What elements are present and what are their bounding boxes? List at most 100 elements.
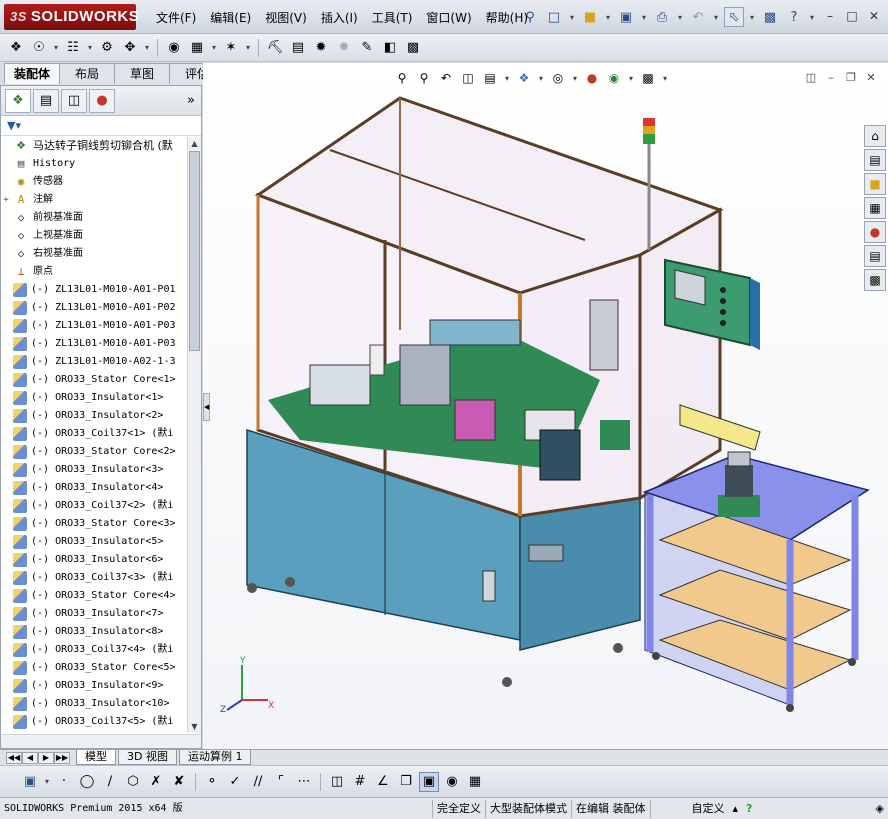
print-icon[interactable]: ⎙ [652, 7, 672, 27]
linear-pattern-icon[interactable]: ☷ [63, 38, 83, 58]
menu-tools[interactable]: 工具(T) [366, 9, 419, 27]
display-manager-tab-icon[interactable]: ● [89, 88, 115, 113]
help-dropdown-icon[interactable]: ▾ [808, 13, 816, 22]
tab-sketch[interactable]: 草图 [114, 63, 170, 84]
prev-tab-icon[interactable]: ◀ [22, 751, 38, 764]
tree-item[interactable]: + A 注解 [1, 191, 187, 209]
solidworks-logo[interactable]: 3S SOLIDWORKS [4, 4, 139, 30]
first-tab-icon[interactable]: ◀◀ [6, 751, 22, 764]
appearances-icon[interactable]: ● [864, 221, 886, 243]
new-motion-study-icon[interactable]: ⛏ [265, 38, 285, 58]
snapshot-icon[interactable]: ▩ [403, 38, 423, 58]
tree-item[interactable]: (-) ORO33_Stator Core<1> [1, 371, 187, 389]
tree-item[interactable]: (-) ZL13L01-M010-A01-P03 [1, 317, 187, 335]
camera-icon[interactable]: ◉ [442, 772, 462, 792]
tree-item[interactable]: (-) ORO33_Insulator<8> [1, 623, 187, 641]
close-icon[interactable]: ✕ [866, 8, 882, 24]
wireframe-box-icon[interactable]: ❐ [396, 772, 416, 792]
minimize-icon[interactable]: – [822, 8, 838, 24]
tree-item[interactable]: (-) ORO33_Insulator<9> [1, 677, 187, 695]
print-dropdown-icon[interactable]: ▾ [676, 13, 684, 22]
tab-model[interactable]: 模型 [76, 750, 116, 765]
shaded-box-icon[interactable]: ▣ [419, 771, 439, 792]
trim-icon[interactable]: ✗ [146, 772, 166, 792]
last-tab-icon[interactable]: ▶▶ [54, 751, 70, 764]
tree-root[interactable]: ❖ 马达转子铜线剪切铆合机 (默 [1, 137, 187, 155]
angle-icon[interactable]: ∠ [373, 772, 393, 792]
save-icon[interactable]: ▣ [20, 772, 40, 792]
restore-icon[interactable]: □ [844, 8, 860, 24]
save-dropdown-icon[interactable]: ▾ [43, 777, 51, 786]
select-dropdown-icon[interactable]: ▾ [748, 13, 756, 22]
tree-item[interactable]: (-) ORO33_Coil37<1> (默i [1, 425, 187, 443]
tree-item[interactable]: (-) ORO33_Coil37<4> (默i [1, 641, 187, 659]
tree-item[interactable]: (-) ORO33_Stator Core<3> [1, 515, 187, 533]
smart-fasteners-icon[interactable]: ⚙ [97, 38, 117, 58]
open-dropdown-icon[interactable]: ▾ [604, 13, 612, 22]
move-dropdown-icon[interactable]: ▾ [143, 43, 151, 52]
tree-horizontal-scrollbar[interactable] [1, 734, 201, 748]
tree-item[interactable]: ▤ History [1, 155, 187, 173]
tree-item[interactable]: (-) ZL13L01-M010-A01-P02 [1, 299, 187, 317]
offset-icon[interactable]: ∕∕ [248, 772, 268, 792]
next-tab-icon[interactable]: ▶ [38, 751, 54, 764]
file-explorer-icon[interactable]: ■ [864, 173, 886, 195]
tree-item[interactable]: (-) ORO33_Insulator<6> [1, 551, 187, 569]
design-library-icon[interactable]: ▤ [864, 149, 886, 171]
scrollbar-thumb[interactable] [189, 151, 200, 351]
tree-item[interactable]: (-) ZL13L01-M010-A01-P01 [1, 281, 187, 299]
tree-item[interactable]: (-) ORO33_Stator Core<2> [1, 443, 187, 461]
open-folder-icon[interactable]: ■ [580, 7, 600, 27]
tree-item[interactable]: (-) ORO33_Stator Core<4> [1, 587, 187, 605]
bill-of-materials-icon[interactable]: ▤ [288, 38, 308, 58]
menu-view[interactable]: 视图(V) [259, 9, 313, 27]
tree-item[interactable]: ◇ 右视基准面 [1, 245, 187, 263]
assembly-features-icon[interactable]: ▦ [187, 38, 207, 58]
configuration-manager-tab-icon[interactable]: ◫ [61, 88, 87, 113]
menu-edit[interactable]: 编辑(E) [204, 9, 257, 27]
features-dropdown-icon[interactable]: ▾ [210, 43, 218, 52]
tree-item[interactable]: (-) ORO33_Coil37<5> (默i [1, 713, 187, 731]
pin-icon[interactable]: ⚲ [520, 7, 540, 27]
tree-item[interactable]: ◉ 传感器 [1, 173, 187, 191]
table-icon[interactable]: ▦ [465, 772, 485, 792]
point-icon[interactable]: · [54, 772, 74, 792]
menu-file[interactable]: 文件(F) [150, 9, 202, 27]
rebuild-icon[interactable]: ▩ [760, 7, 780, 27]
tree-item[interactable]: (-) ORO33_Insulator<1> [1, 389, 187, 407]
filter-row[interactable]: ▼▾ [1, 116, 201, 136]
more-tabs-icon[interactable]: » [187, 93, 195, 108]
exploded-view-icon[interactable]: ✹ [311, 38, 331, 58]
tree-item[interactable]: ⊥ 原点 [1, 263, 187, 281]
graphics-area[interactable]: ◀ ⚲ ⚲ ↶ ◫ ▤▾ ❖▾ ◎▾ ● ◉▾ ▩▾ ◫ – ❐ ✕ [203, 63, 888, 749]
tree-item[interactable]: (-) ORO33_Insulator<10> [1, 695, 187, 713]
tree-item[interactable]: (-) ORO33_Insulator<5> [1, 533, 187, 551]
tree-item[interactable]: (-) ORO33_Insulator<4> [1, 479, 187, 497]
help-icon[interactable]: ? [784, 7, 804, 27]
corner-icon[interactable]: ⌜ [271, 772, 291, 792]
undo-icon[interactable]: ↶ [688, 7, 708, 27]
tab-layout[interactable]: 布局 [59, 63, 115, 84]
dotted-corner-icon[interactable]: ⋯ [294, 772, 314, 792]
tree-item[interactable]: (-) ORO33_Stator Core<5> [1, 659, 187, 677]
status-custom[interactable]: 自定义 [688, 800, 729, 818]
undo-dropdown-icon[interactable]: ▾ [712, 13, 720, 22]
forum-icon[interactable]: ▩ [864, 269, 886, 291]
tree-vertical-scrollbar[interactable]: ▲ ▼ [187, 137, 201, 733]
insert-component-icon[interactable]: ❖ [6, 38, 26, 58]
scroll-up-icon[interactable]: ▲ [188, 137, 201, 150]
instant3d-icon[interactable]: ✎ [357, 38, 377, 58]
solidworks-resources-icon[interactable]: ⌂ [864, 125, 886, 147]
select-pointer-icon[interactable]: ⬁ [724, 7, 744, 27]
polygon-icon[interactable]: ⬡ [123, 772, 143, 792]
tree-item[interactable]: (-) ZL13L01-M010-A01-P03 [1, 335, 187, 353]
status-help-icon[interactable]: ? [742, 800, 756, 818]
tree-item[interactable]: (-) ZL13L01-M010-A02-1-3 [1, 353, 187, 371]
tree-item[interactable]: (-) ORO33_Coil37<3> (默i [1, 569, 187, 587]
property-manager-tab-icon[interactable]: ▤ [33, 88, 59, 113]
tab-assembly[interactable]: 装配体 [4, 63, 60, 84]
scroll-down-icon[interactable]: ▼ [188, 720, 201, 733]
3d-model-render[interactable]: Y X Z [203, 63, 888, 749]
tab-motion-study[interactable]: 运动算例 1 [178, 750, 252, 765]
view-palette-icon[interactable]: ▦ [864, 197, 886, 219]
